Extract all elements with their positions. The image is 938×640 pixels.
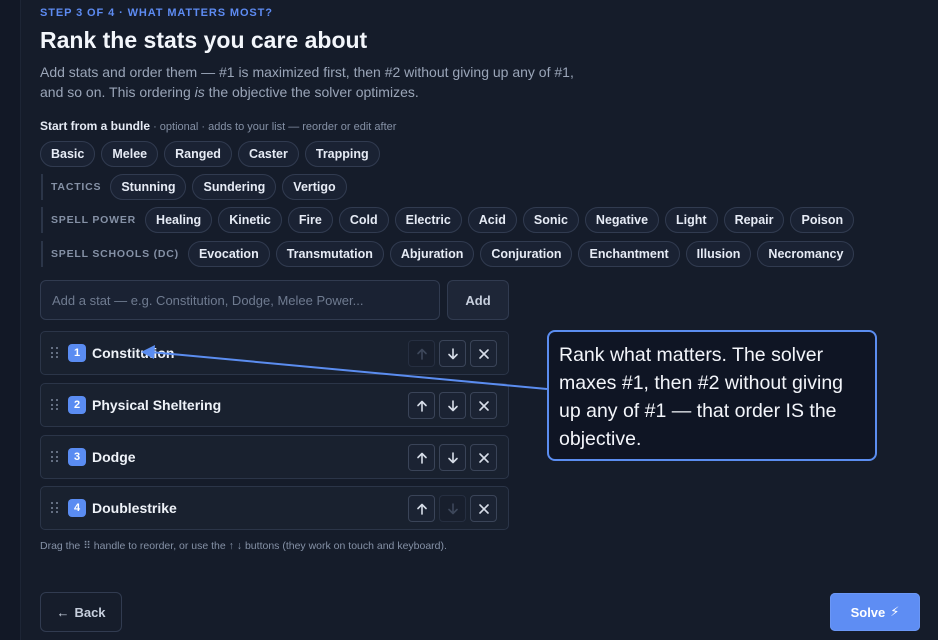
close-icon xyxy=(478,400,489,411)
move-up-button[interactable] xyxy=(408,340,435,367)
remove-stat-button[interactable] xyxy=(470,392,497,419)
stat-name: Dodge xyxy=(92,449,136,465)
arrow-down-icon xyxy=(447,502,458,514)
move-down-button[interactable] xyxy=(439,340,466,367)
bundle-chip-transmutation[interactable]: Transmutation xyxy=(275,241,384,267)
arrow-down-icon xyxy=(447,347,458,359)
move-down-button[interactable] xyxy=(439,444,466,471)
bundle-group-label: SPELL POWER xyxy=(51,214,137,226)
reorder-hint: Drag the ⠿ handle to reorder, or use the… xyxy=(40,540,447,552)
bundle-chip-negative[interactable]: Negative xyxy=(584,207,660,233)
bundle-chip-kinetic[interactable]: Kinetic xyxy=(218,207,282,233)
bundle-chip-conjuration[interactable]: Conjuration xyxy=(480,241,573,267)
solve-button-label: Solve xyxy=(850,604,886,620)
rank-badge: 1 xyxy=(68,344,86,362)
bundle-row-spell-power: SPELL POWER Healing Kinetic Fire Cold Electri… xyxy=(41,207,855,233)
bundle-chip-caster[interactable]: Caster xyxy=(237,141,299,167)
move-down-button[interactable] xyxy=(439,495,466,522)
bundle-chip-basic[interactable]: Basic xyxy=(40,141,96,167)
bundle-row-general: Basic Melee Ranged Caster Trapping xyxy=(40,141,380,167)
bundle-row-tactics: TACTICS Stunning Sundering Vertigo xyxy=(41,174,347,200)
step-indicator: STEP 3 OF 4 · WHAT MATTERS MOST? xyxy=(40,7,273,19)
bundle-chip-healing[interactable]: Healing xyxy=(145,207,213,233)
add-stat-button[interactable]: Add xyxy=(447,280,509,320)
remove-stat-button[interactable] xyxy=(470,495,497,522)
description-emphasis: is xyxy=(194,84,205,100)
stat-name: Doublestrike xyxy=(92,500,177,516)
bundle-chip-melee[interactable]: Melee xyxy=(101,141,159,167)
arrow-down-icon xyxy=(447,399,458,411)
bundle-chip-vertigo[interactable]: Vertigo xyxy=(282,174,347,200)
arrow-up-icon xyxy=(416,452,427,464)
arrow-up-icon xyxy=(416,503,427,515)
drag-handle-icon[interactable] xyxy=(51,347,61,359)
bundle-chip-poison[interactable]: Poison xyxy=(790,207,855,233)
bundle-group-label: SPELL SCHOOLS (DC) xyxy=(51,248,179,260)
bundle-chip-acid[interactable]: Acid xyxy=(467,207,517,233)
back-arrow-icon: ← xyxy=(56,604,70,620)
bundle-chip-sonic[interactable]: Sonic xyxy=(522,207,579,233)
bundle-chip-ranged[interactable]: Ranged xyxy=(164,141,232,167)
bundle-chip-evocation[interactable]: Evocation xyxy=(187,241,270,267)
arrow-up-icon xyxy=(416,348,427,360)
ranked-stat-row[interactable]: 4 Doublestrike xyxy=(40,486,509,530)
bundle-chip-light[interactable]: Light xyxy=(665,207,718,233)
bundle-chip-fire[interactable]: Fire xyxy=(287,207,333,233)
bundle-chip-cold[interactable]: Cold xyxy=(338,207,389,233)
stat-name: Physical Sheltering xyxy=(92,397,222,413)
tutorial-callout: Rank what matters. The solver maxes #1, … xyxy=(547,330,877,461)
bundle-row-spell-schools: SPELL SCHOOLS (DC) Evocation Transmutation… xyxy=(41,241,855,267)
bundle-chip-enchantment[interactable]: Enchantment xyxy=(578,241,680,267)
bundle-heading-label: Start from a bundle xyxy=(40,119,151,133)
step-description: Add stats and order them — #1 is maximiz… xyxy=(40,62,600,102)
move-up-button[interactable] xyxy=(408,495,435,522)
back-button-label: Back xyxy=(74,604,106,620)
left-rail xyxy=(0,0,21,640)
description-text-end: the objective the solver optimizes. xyxy=(204,84,419,100)
ranked-stat-row[interactable]: 2 Physical Sheltering xyxy=(40,383,509,427)
bundle-heading-note: · optional · adds to your list — reorder… xyxy=(150,121,397,133)
bundle-chip-stunning[interactable]: Stunning xyxy=(110,174,187,200)
remove-stat-button[interactable] xyxy=(470,340,497,367)
close-icon xyxy=(478,348,489,359)
rank-badge: 2 xyxy=(68,396,86,414)
remove-stat-button[interactable] xyxy=(470,444,497,471)
move-up-button[interactable] xyxy=(408,444,435,471)
close-icon xyxy=(478,452,489,463)
bundle-group-label: TACTICS xyxy=(51,181,102,193)
bundle-chip-abjuration[interactable]: Abjuration xyxy=(389,241,475,267)
rank-badge: 4 xyxy=(68,499,86,517)
bundle-chip-trapping[interactable]: Trapping xyxy=(304,141,380,167)
add-stat-input[interactable] xyxy=(40,280,440,320)
move-up-button[interactable] xyxy=(408,392,435,419)
lightning-icon: ⚡ xyxy=(890,604,900,619)
drag-handle-icon[interactable] xyxy=(51,502,61,514)
ranked-stat-row[interactable]: 3 Dodge xyxy=(40,435,509,479)
arrow-down-icon xyxy=(447,451,458,463)
move-down-button[interactable] xyxy=(439,392,466,419)
solve-button[interactable]: Solve ⚡ xyxy=(830,593,920,631)
bundle-heading: Start from a bundle · optional · adds to… xyxy=(40,119,396,133)
drag-handle-icon[interactable] xyxy=(51,399,61,411)
rank-badge: 3 xyxy=(68,448,86,466)
close-icon xyxy=(478,503,489,514)
bundle-chip-electric[interactable]: Electric xyxy=(394,207,462,233)
arrow-up-icon xyxy=(416,400,427,412)
ranked-stat-row[interactable]: 1 Constitution xyxy=(40,331,509,375)
stat-name: Constitution xyxy=(92,345,175,361)
bundle-chip-necromancy[interactable]: Necromancy xyxy=(757,241,855,267)
bundle-chip-illusion[interactable]: Illusion xyxy=(685,241,752,267)
bundle-chip-sundering[interactable]: Sundering xyxy=(192,174,277,200)
page-title: Rank the stats you care about xyxy=(40,27,368,53)
back-button[interactable]: ← Back xyxy=(40,592,122,632)
drag-handle-icon[interactable] xyxy=(51,451,61,463)
bundle-chip-repair[interactable]: Repair xyxy=(723,207,785,233)
